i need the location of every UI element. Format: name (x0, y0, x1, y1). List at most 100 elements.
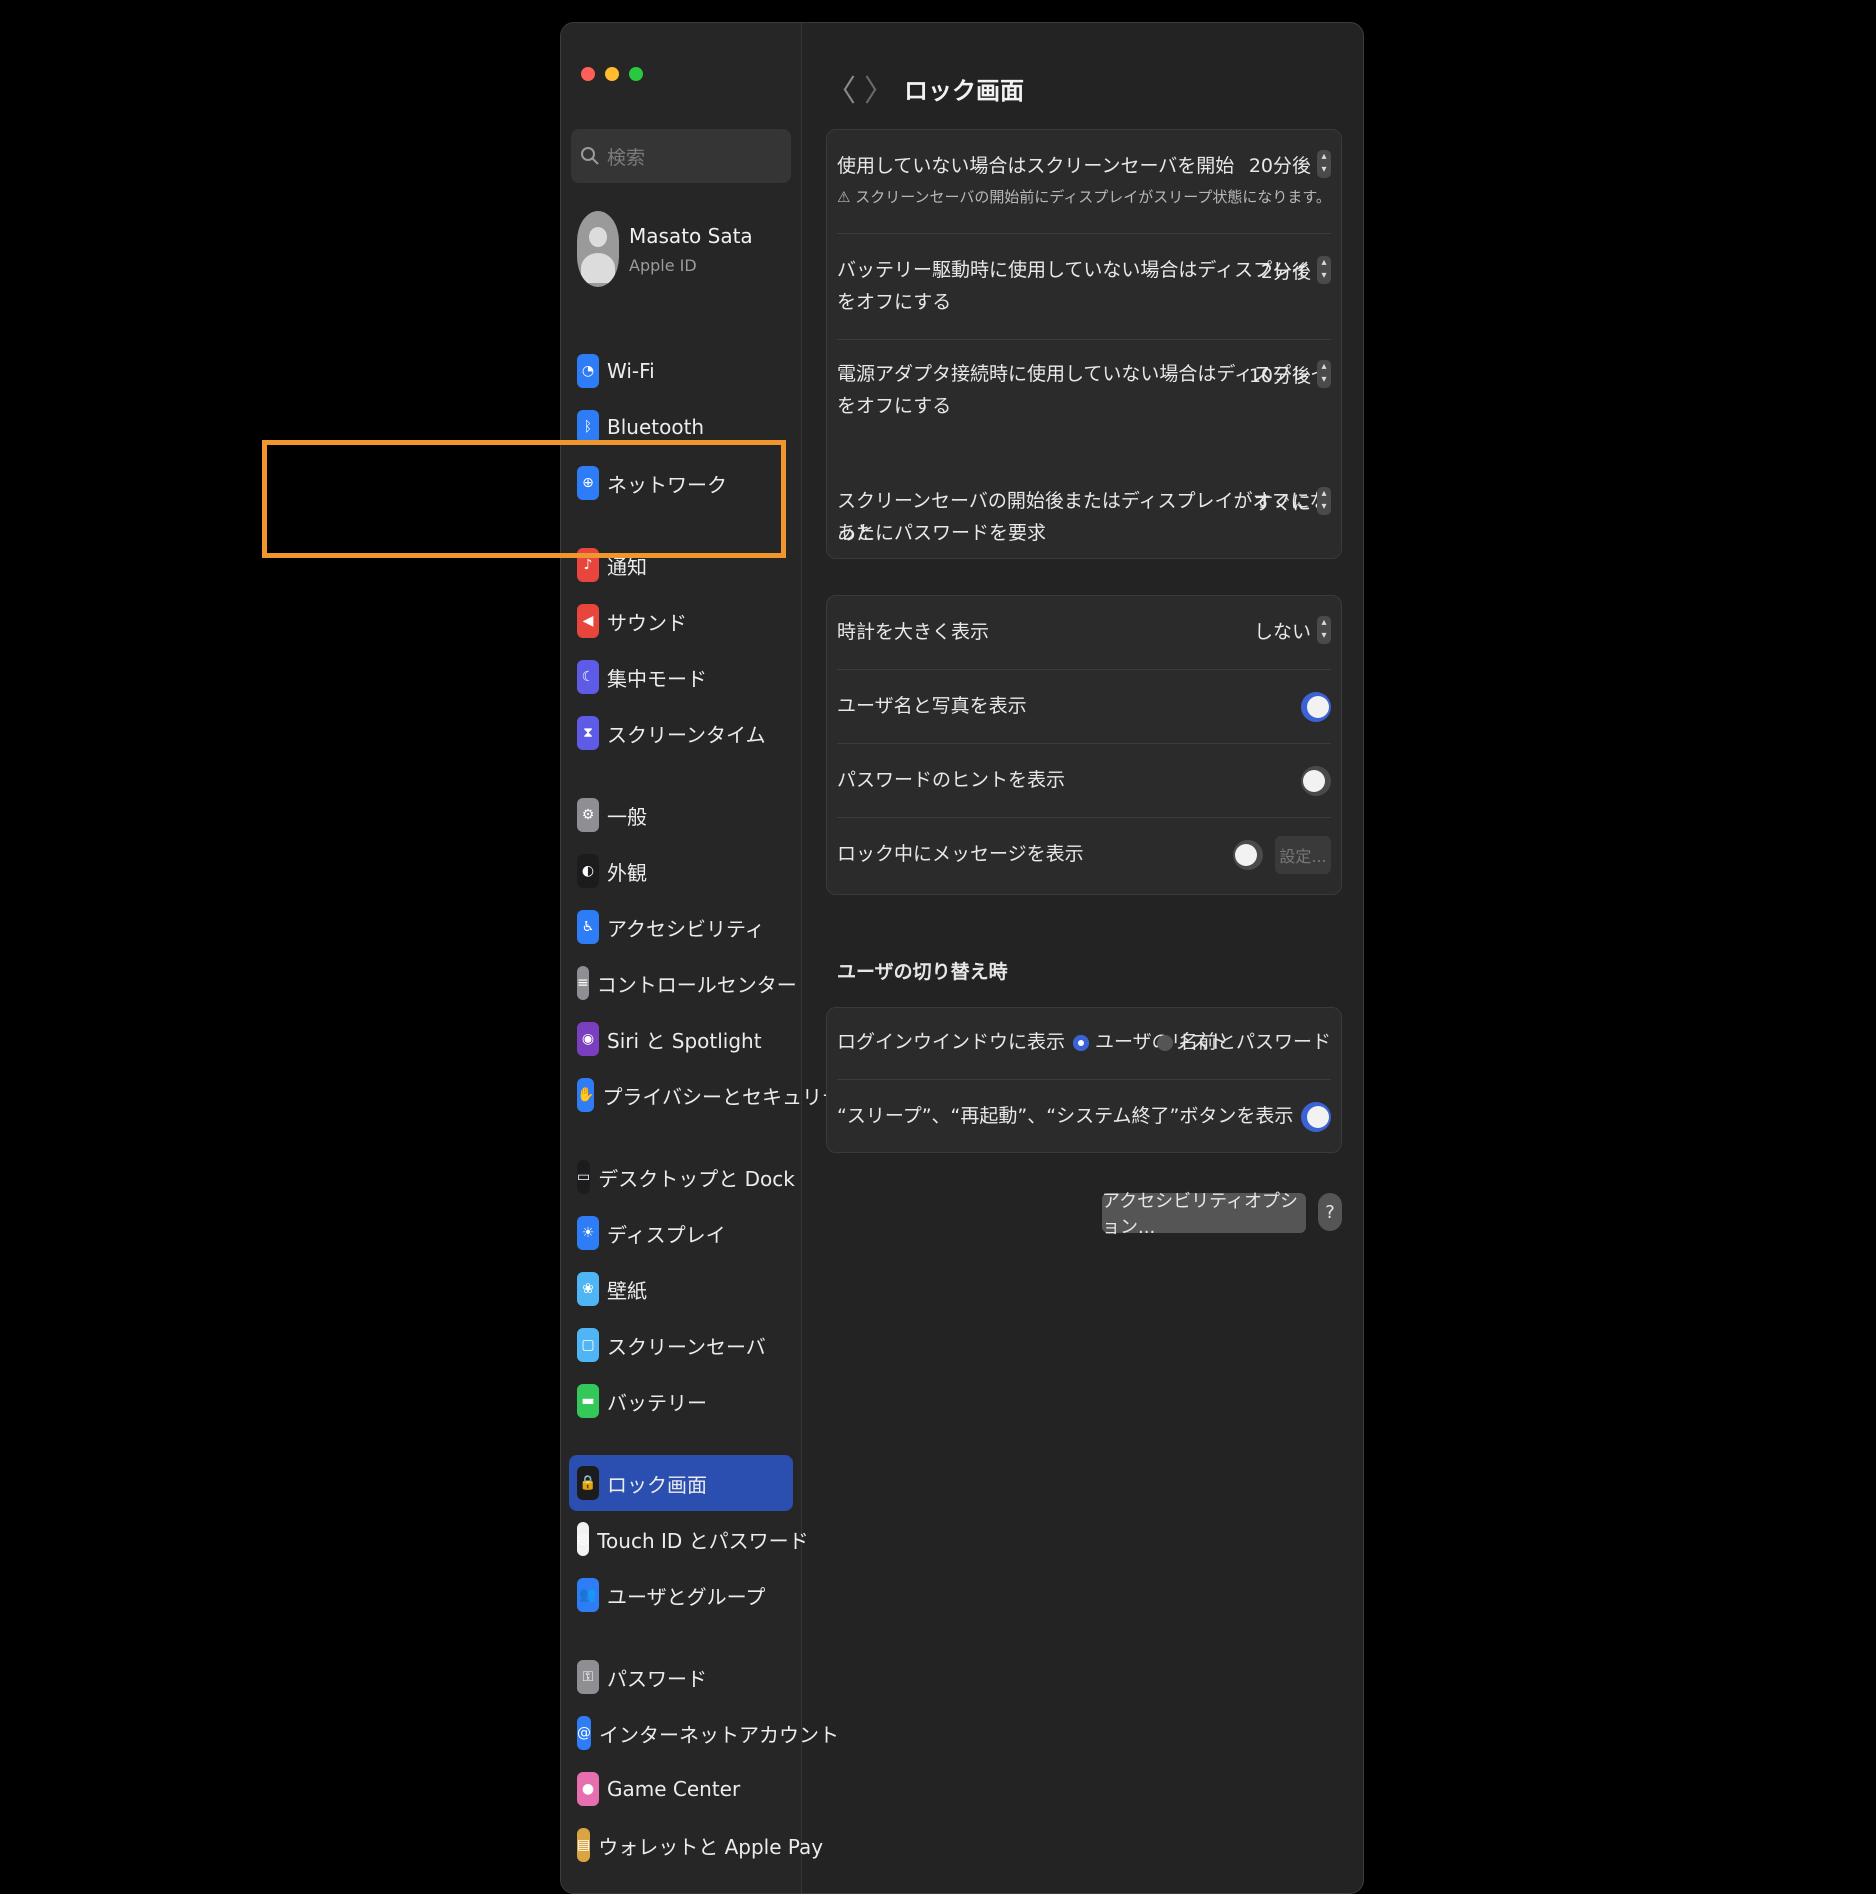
minimize-button[interactable] (605, 67, 619, 81)
sidebar-item[interactable]: ⚙ 一般 (569, 787, 793, 843)
screensaver-start-popup[interactable]: 20分後 ▴ ▾ (1249, 150, 1331, 178)
sidebar-item-label: ネットワーク (607, 472, 727, 497)
large-clock-popup[interactable]: しない ▴ ▾ (1254, 616, 1331, 644)
forward-button[interactable]: 〉 (864, 66, 894, 110)
require-password-popup[interactable]: すぐに ▴ ▾ (1254, 487, 1331, 515)
require-password-value: すぐに (1253, 491, 1311, 514)
sidebar-item[interactable]: ◐ 外観 (569, 843, 793, 899)
stepper-arrows-icon: ▴ ▾ (1317, 616, 1331, 644)
sidebar-item-label: Touch ID とパスワード (597, 1528, 809, 1553)
sidebar-item-label: ロック画面 (607, 1472, 707, 1497)
sidebar-item-label: スクリーンタイム (607, 722, 766, 747)
help-button[interactable]: ? (1318, 1193, 1342, 1231)
password-hint-toggle[interactable] (1301, 766, 1331, 796)
require-password-row: スクリーンセーバの開始後またはディスプレイがオフになった あとにパスワードを要求… (837, 443, 1331, 559)
adapter-display-off-popup[interactable]: 10分後 ▴ ▾ (1249, 360, 1331, 388)
sidebar-item[interactable]: ♿ アクセシビリティ (569, 899, 793, 955)
sidebar-item-label: 通知 (607, 554, 647, 579)
game-center-icon: ● (577, 1772, 599, 1806)
sidebar-item[interactable]: ◔ Wi-Fi (569, 343, 793, 399)
appearance-icon: ◐ (577, 854, 599, 888)
lock-message-row: ロック中にメッセージを表示 設定... (837, 818, 1331, 894)
globe-icon: ⊕ (577, 466, 599, 500)
sun-icon: ☀ (577, 1216, 599, 1250)
adapter-display-off-label-2: をオフにする (837, 395, 952, 417)
show-name-label: ユーザ名と写真を表示 (837, 695, 1027, 717)
user-subtitle: Apple ID (629, 255, 697, 275)
login-window-label: ログインウインドウに表示 (837, 1031, 1066, 1053)
sidebar-item[interactable]: ⧗ スクリーンタイム (569, 705, 793, 761)
sidebar-item[interactable]: ᛒ Bluetooth (569, 399, 793, 455)
sidebar-item[interactable]: ◎ Touch ID とパスワード (569, 1511, 809, 1567)
stepper-arrows-icon: ▴ ▾ (1317, 360, 1331, 388)
sidebar-item[interactable]: ☀ ディスプレイ (569, 1205, 793, 1261)
lock-icon: 🔒 (577, 1466, 599, 1500)
hourglass-icon: ⧗ (577, 716, 599, 750)
sidebar-item[interactable]: 👥 ユーザとグループ (569, 1567, 793, 1623)
adapter-display-off-value: 10分後 (1248, 364, 1311, 387)
sidebar-item[interactable]: ◀ サウンド (569, 593, 793, 649)
control-center-icon: ≡ (577, 966, 589, 1000)
sidebar-item[interactable]: ● Game Center (569, 1761, 793, 1817)
bell-icon: ♪ (577, 548, 599, 582)
sidebar-item-label: ディスプレイ (607, 1222, 726, 1247)
power-buttons-row: “スリープ”、“再起動”、“システム終了”ボタンを表示 (837, 1080, 1331, 1152)
sidebar-item[interactable]: ❀ 壁紙 (569, 1261, 793, 1317)
stepper-arrows-icon: ▴ ▾ (1317, 256, 1331, 284)
back-button[interactable]: 〈 (826, 66, 856, 110)
show-name-toggle[interactable] (1301, 692, 1331, 722)
search-icon (581, 147, 599, 165)
lock-message-toggle[interactable] (1233, 840, 1263, 870)
sidebar-item[interactable]: ☾ 集中モード (569, 649, 793, 705)
battery-display-off-row: バッテリー駆動時に使用していない場合はディスプレイ をオフにする 2分後 ▴ ▾ (837, 234, 1331, 340)
sidebar-item[interactable]: ⊕ ネットワーク (569, 455, 793, 511)
sidebar-item[interactable]: ◉ Siri と Spotlight (569, 1011, 793, 1067)
screensaver-start-value: 20分後 (1248, 154, 1311, 177)
lock-message-settings-button[interactable]: 設定... (1275, 836, 1331, 874)
screensaver-icon: ▢ (577, 1328, 599, 1362)
large-clock-value: しない (1253, 620, 1311, 643)
sidebar-item[interactable]: 🔒 ロック画面 (569, 1455, 793, 1511)
name-password-label: 名前とパスワード (1178, 1031, 1331, 1053)
sidebar-item[interactable]: ⚿ パスワード (569, 1649, 793, 1705)
name-password-radio[interactable]: 名前とパスワード (1156, 1026, 1331, 1058)
sidebar-item[interactable]: ♪ 通知 (569, 537, 793, 593)
sidebar-item-label: Wi-Fi (607, 359, 655, 383)
speaker-icon: ◀ (577, 604, 599, 638)
sidebar-item-label: 一般 (607, 804, 647, 829)
apple-id-account[interactable]: Masato Sata Apple ID (577, 211, 753, 287)
sidebar-item[interactable]: ▭ デスクトップと Dock (569, 1149, 795, 1205)
sidebar-item-label: ユーザとグループ (607, 1584, 766, 1609)
sidebar-item[interactable]: ≡ コントロールセンター (569, 955, 797, 1011)
gear-icon: ⚙ (577, 798, 599, 832)
stepper-arrows-icon: ▴ ▾ (1317, 487, 1331, 515)
wallet-icon: ▤ (577, 1828, 591, 1862)
sidebar-item[interactable]: ▢ スクリーンセーバ (569, 1317, 793, 1373)
sidebar-item-label: Game Center (607, 1777, 741, 1801)
wifi-icon: ◔ (577, 354, 599, 388)
sidebar-item-label: 壁紙 (607, 1278, 647, 1303)
power-buttons-toggle[interactable] (1301, 1102, 1331, 1132)
battery-display-off-popup[interactable]: 2分後 ▴ ▾ (1261, 256, 1331, 284)
close-button[interactable] (581, 67, 595, 81)
accessibility-options-button[interactable]: アクセシビリティオプション... (1102, 1191, 1306, 1238)
power-buttons-label: “スリープ”、“再起動”、“システム終了”ボタンを表示 (837, 1105, 1294, 1127)
sidebar-item[interactable]: ▤ ウォレットと Apple Pay (569, 1817, 823, 1873)
key-icon: ⚿ (577, 1660, 599, 1694)
dock-icon: ▭ (577, 1160, 591, 1194)
zoom-button[interactable] (629, 67, 643, 81)
sidebar-item-label: バッテリー (607, 1390, 707, 1415)
sidebar-item[interactable]: ▬ バッテリー (569, 1373, 793, 1429)
switch-user-section-title: ユーザの切り替え時 (837, 961, 1008, 983)
search-field[interactable]: 検索 (571, 129, 791, 183)
bluetooth-icon: ᛒ (577, 410, 599, 444)
sidebar-item[interactable]: ✋ プライバシーとセキュリティ (569, 1067, 861, 1123)
sidebar-item-label: デスクトップと Dock (598, 1166, 795, 1191)
radio-unselected-icon (1156, 1034, 1173, 1051)
sidebar-item[interactable]: @ インターネットアカウント (569, 1705, 839, 1761)
users-icon: 👥 (577, 1578, 599, 1612)
login-window-row: ログインウインドウに表示 ユーザのリスト 名前とパスワード (837, 1008, 1331, 1080)
siri-icon: ◉ (577, 1022, 599, 1056)
battery-icon: ▬ (577, 1384, 599, 1418)
sidebar-item-label: スクリーンセーバ (607, 1334, 766, 1359)
